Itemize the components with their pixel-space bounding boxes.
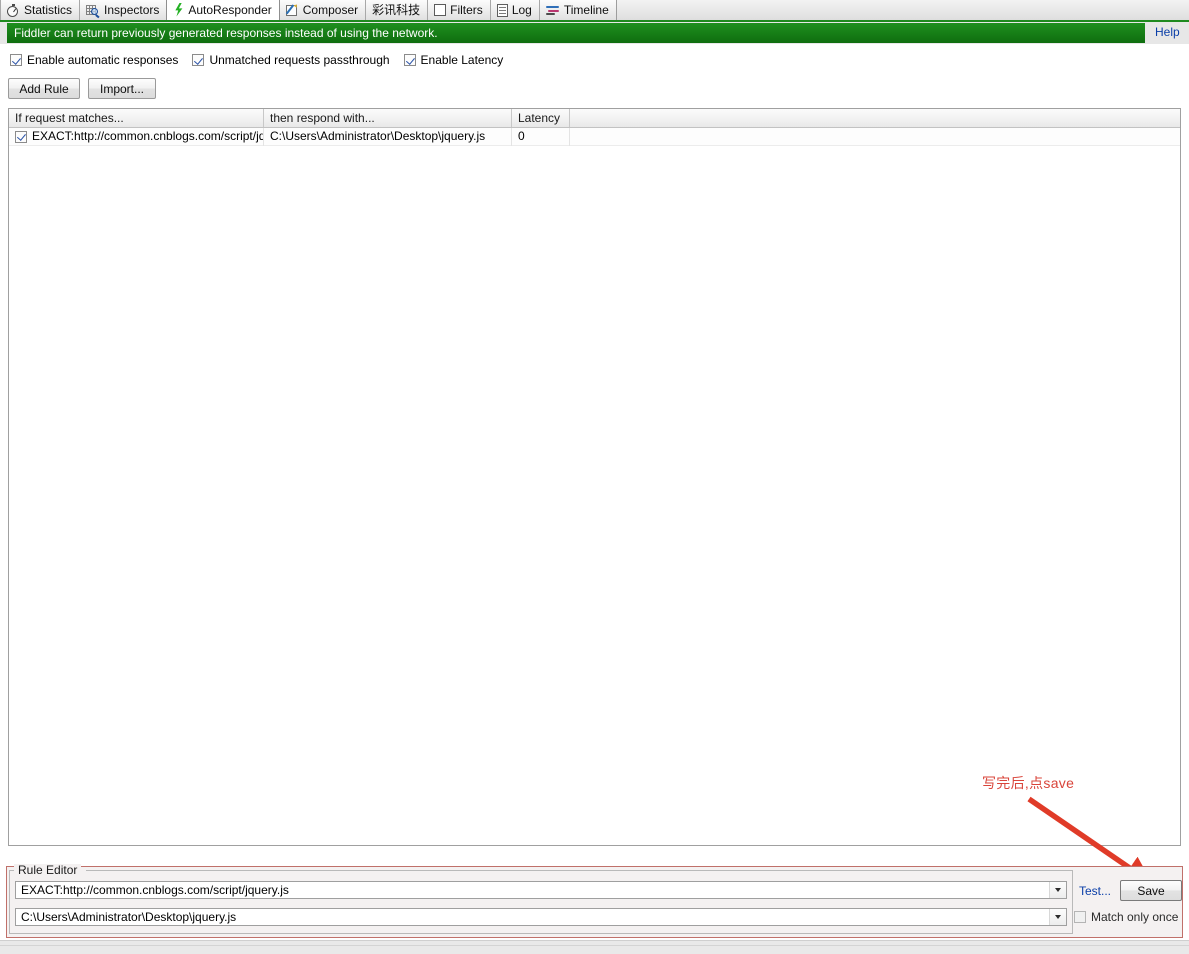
rule-respond-cell[interactable]: C:\Users\Administrator\Desktop\jquery.js [264,127,512,146]
add-rule-button[interactable]: Add Rule [8,78,80,99]
rule-editor-legend: Rule Editor [14,864,82,877]
tab-log[interactable]: Log [489,0,540,20]
lightning-bolt-icon [173,2,184,17]
rule-latency-cell[interactable]: 0 [512,127,570,146]
option-unmatched-requests-passthrough[interactable]: Unmatched requests passthrough [192,53,390,67]
tab-composer-label: Composer [302,3,359,17]
enable-automatic-responses-checkbox[interactable] [10,54,22,66]
enable-latency-label: Enable Latency [420,53,504,67]
banner-row: Fiddler can return previously generated … [0,22,1189,44]
rule-match-cell[interactable]: EXACT:http://common.cnblogs.com/script/j… [9,127,264,146]
rule-match-combobox[interactable]: EXACT:http://common.cnblogs.com/script/j… [15,881,1067,899]
tab-inspectors-label: Inspectors [104,3,160,17]
rule-editor-border-right [86,870,1073,871]
inspectors-icon [86,4,100,18]
save-button[interactable]: Save [1120,880,1182,901]
tab-composer[interactable]: Composer [278,0,367,20]
rule-respond-combobox[interactable]: C:\Users\Administrator\Desktop\jquery.js [15,908,1067,926]
rule-match-value: EXACT:http://common.cnblogs.com/script/j… [21,883,289,897]
table-header-row: If request matches... then respond with.… [9,109,1180,128]
timeline-bars-icon [545,5,560,16]
tab-statistics[interactable]: Statistics [0,0,81,20]
unmatched-requests-passthrough-label: Unmatched requests passthrough [209,53,390,67]
chevron-down-icon[interactable] [1049,882,1066,898]
rule-match-text: EXACT:http://common.cnblogs.com/script/j… [32,129,264,143]
rule-spacer-cell [570,128,1180,146]
option-enable-automatic-responses[interactable]: Enable automatic responses [10,53,178,67]
column-header-spacer [570,109,1180,127]
column-header-if-request-matches[interactable]: If request matches... [9,109,264,127]
column-header-latency[interactable]: Latency [512,109,570,127]
square-icon [434,4,447,16]
rule-respond-value: C:\Users\Administrator\Desktop\jquery.js [21,910,237,924]
tab-filters[interactable]: Filters [427,0,491,20]
help-link[interactable]: Help [1155,25,1180,39]
tab-inspectors[interactable]: Inspectors [79,0,168,20]
match-only-once-checkbox[interactable] [1074,911,1086,923]
bottom-strip [0,940,1189,954]
tab-caixun-keji-label: 彩讯科技 [372,3,421,17]
tab-timeline[interactable]: Timeline [538,0,617,20]
option-enable-latency[interactable]: Enable Latency [403,53,504,67]
rule-enabled-checkbox[interactable] [15,130,27,143]
import-button[interactable]: Import... [88,78,156,99]
enable-latency-checkbox[interactable] [403,54,416,66]
tab-caixun-keji[interactable]: 彩讯科技 [365,0,429,20]
test-link[interactable]: Test... [1079,884,1111,898]
main-tab-bar: Statistics Inspectors AutoResponder Comp… [0,0,1189,22]
annotation-label: 写完后,点save [982,775,1075,791]
option-match-only-once[interactable]: Match only once [1074,910,1178,924]
match-only-once-label: Match only once [1091,910,1179,924]
tab-log-label: Log [511,3,532,17]
chevron-down-icon[interactable] [1049,909,1066,925]
stopwatch-icon [7,3,20,17]
pencil-pad-icon [285,2,299,17]
info-banner: Fiddler can return previously generated … [7,23,1145,43]
autoresponder-rules-table[interactable]: If request matches... then respond with.… [8,108,1181,846]
tab-filters-label: Filters [450,3,483,17]
tab-timeline-label: Timeline [563,3,609,17]
tab-statistics-label: Statistics [24,3,73,17]
tab-autoresponder-label: AutoResponder [188,2,272,17]
table-row[interactable]: EXACT:http://common.cnblogs.com/script/j… [9,127,1180,146]
unmatched-requests-passthrough-checkbox[interactable] [192,54,205,66]
column-header-then-respond-with[interactable]: then respond with... [264,109,512,127]
autoresponder-options-row: Enable automatic responses Unmatched req… [0,50,1189,70]
enable-automatic-responses-label: Enable automatic responses [27,53,179,67]
tab-autoresponder[interactable]: AutoResponder [166,0,280,20]
document-icon [496,3,508,17]
rule-toolbar: Add Rule Import... [0,78,1189,102]
